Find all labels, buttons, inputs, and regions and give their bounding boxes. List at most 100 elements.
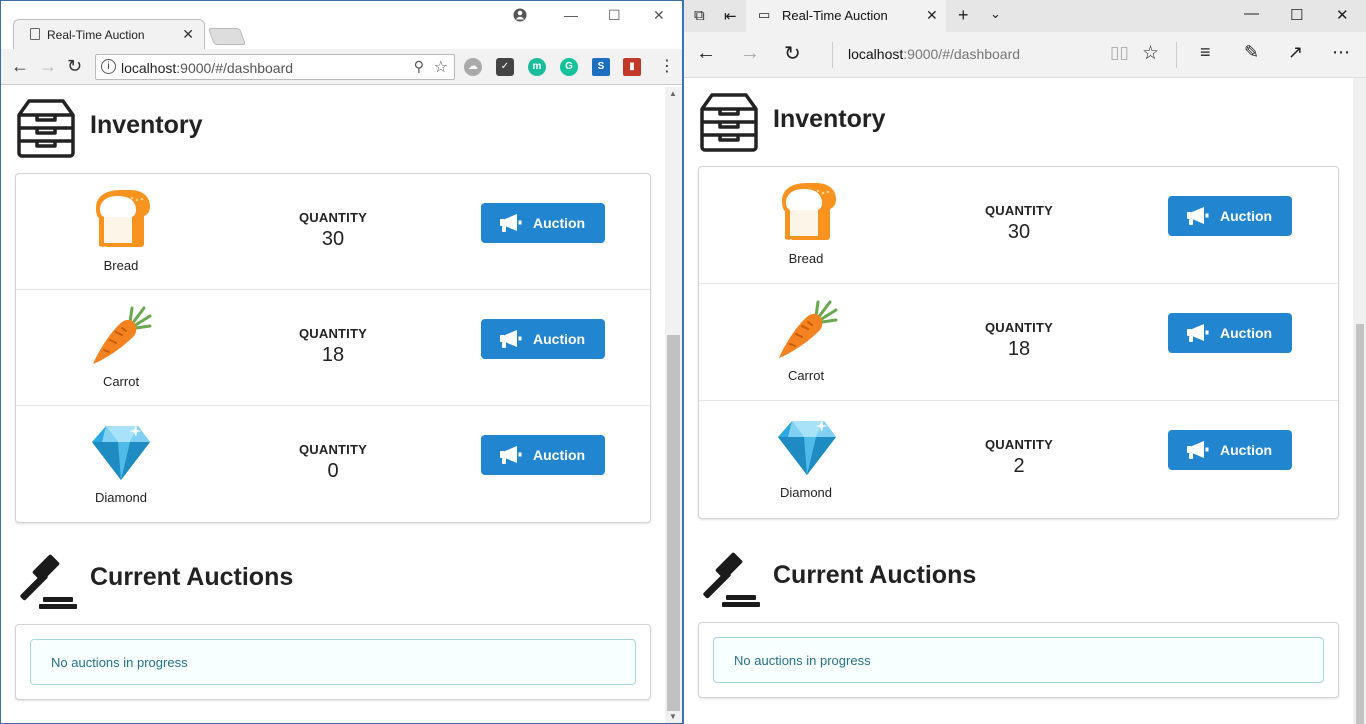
item-name: Carrot [102, 374, 140, 389]
megaphone-icon [1187, 207, 1209, 225]
maximize-icon[interactable]: ☐ [1290, 6, 1303, 24]
close-tab-icon[interactable]: ✕ [926, 7, 938, 24]
megaphone-icon [500, 330, 522, 348]
minimize-icon[interactable]: — [1244, 5, 1259, 22]
inventory-title: Inventory [90, 111, 203, 139]
set-aside-tabs-icon[interactable]: ⇤ [724, 7, 737, 25]
web-note-icon[interactable]: ✎ [1244, 42, 1259, 63]
inventory-header: Inventory [698, 91, 1338, 153]
current-auctions-title: Current Auctions [773, 561, 977, 589]
address-bar[interactable]: i localhost:9000/#/dashboard ⚲ ☆ [95, 54, 455, 80]
refresh-icon[interactable]: ↻ [784, 41, 801, 66]
item-name: Bread [788, 251, 824, 266]
carrot-icon [774, 296, 840, 362]
scrollbar-thumb[interactable] [1356, 324, 1364, 724]
auction-button[interactable]: Auction [481, 435, 605, 475]
megaphone-icon [500, 214, 522, 232]
maximize-icon[interactable]: ☐ [608, 7, 621, 24]
hub-icon[interactable]: ≡ [1200, 42, 1211, 63]
inventory-title: Inventory [773, 105, 886, 133]
current-auctions-title: Current Auctions [90, 563, 294, 591]
quantity-label: QUANTITY [298, 210, 368, 225]
scroll-down-icon[interactable]: ▼ [669, 712, 677, 721]
close-window-icon[interactable]: ✕ [1336, 6, 1349, 24]
extension-m-icon[interactable]: m [528, 58, 546, 76]
chrome-page: Inventory Bread QUANTITY 30 Auction Carr… [15, 97, 655, 717]
scrollbar-thumb[interactable] [667, 335, 680, 711]
auction-button[interactable]: Auction [481, 203, 605, 243]
back-icon[interactable]: ← [11, 56, 29, 77]
tab-preview-chevron-icon[interactable]: ⌄ [990, 6, 1001, 22]
bookmark-star-icon[interactable]: ☆ [434, 57, 448, 77]
scroll-up-icon[interactable]: ▲ [669, 89, 677, 98]
pocket-icon[interactable]: ✓ [496, 58, 514, 76]
page-icon [30, 28, 40, 40]
extension-s-icon[interactable]: S [592, 58, 610, 76]
tab-manager-icon[interactable]: ⧉ [694, 7, 705, 24]
auction-button[interactable]: Auction [1168, 430, 1292, 470]
profile-icon[interactable] [513, 8, 527, 25]
chrome-titlebar: Real-Time Auction ✕ — ☐ ✕ [1, 1, 682, 49]
megaphone-icon [1187, 324, 1209, 342]
auction-button-label: Auction [1220, 208, 1273, 224]
inventory-row-bread: Bread QUANTITY 30 Auction [699, 167, 1338, 284]
close-tab-icon[interactable]: ✕ [182, 26, 194, 43]
inventory-drawer-icon [698, 91, 760, 153]
quantity-value: 30 [321, 228, 345, 250]
edge-scrollbar[interactable] [1353, 78, 1366, 724]
tab-title: Real-Time Auction [782, 8, 888, 23]
back-icon[interactable]: ← [696, 42, 716, 65]
new-tab-button[interactable] [207, 28, 247, 45]
info-icon[interactable]: i [101, 59, 116, 74]
carrot-icon [88, 302, 154, 368]
close-window-icon[interactable]: ✕ [653, 7, 665, 24]
current-auctions-header: Current Auctions [698, 547, 1338, 609]
key-icon[interactable]: ⚲ [414, 58, 424, 75]
reload-icon[interactable]: ↻ [67, 56, 82, 77]
auction-button-label: Auction [533, 447, 586, 463]
quantity-value: 18 [321, 344, 345, 366]
more-icon[interactable]: ⋯ [1332, 42, 1350, 63]
extension-cloud-icon[interactable]: ☁ [464, 58, 482, 76]
auction-button[interactable]: Auction [1168, 196, 1292, 236]
new-tab-icon[interactable]: + [958, 5, 969, 26]
megaphone-icon [500, 446, 522, 464]
tab-title: Real-Time Auction [47, 28, 145, 42]
edge-toolbar: ← → ↻ localhost:9000/#/dashboard ▯▯ ☆ ≡ … [684, 32, 1366, 78]
inventory-header: Inventory [15, 97, 655, 159]
no-auctions-message-box: No auctions in progress [713, 637, 1324, 683]
chrome-tab[interactable]: Real-Time Auction ✕ [13, 19, 205, 49]
extension-book-icon[interactable]: ▮ [623, 58, 641, 76]
chrome-window: Real-Time Auction ✕ — ☐ ✕ ← → ↻ i localh… [0, 0, 683, 724]
auction-button[interactable]: Auction [1168, 313, 1292, 353]
minimize-icon[interactable]: — [564, 7, 578, 23]
item-name: Diamond [779, 485, 833, 500]
quantity-value: 18 [1007, 338, 1031, 360]
reading-view-icon[interactable]: ▯▯ [1110, 43, 1129, 63]
toolbar-divider [832, 42, 833, 68]
bread-icon [88, 186, 154, 252]
forward-icon[interactable]: → [740, 42, 760, 65]
gavel-icon [698, 547, 760, 609]
edge-titlebar: ⧉ ⇤ ▭ Real-Time Auction ✕ + ⌄ — ☐ ✕ [684, 0, 1366, 32]
chrome-scrollbar[interactable]: ▲ ▼ [665, 87, 682, 723]
address-bar[interactable]: localhost:9000/#/dashboard [848, 46, 1020, 62]
item-name: Diamond [94, 490, 148, 505]
grammarly-icon[interactable]: G [560, 58, 578, 76]
page-icon: ▭ [758, 7, 771, 22]
auction-button[interactable]: Auction [481, 319, 605, 359]
toolbar-divider [1176, 42, 1177, 68]
share-icon[interactable]: ↗ [1288, 42, 1303, 63]
edge-page: Inventory Bread QUANTITY 30 Auction Carr… [698, 91, 1343, 716]
inventory-row-bread: Bread QUANTITY 30 Auction [16, 174, 650, 290]
quantity-label: QUANTITY [984, 203, 1054, 218]
menu-kebab-icon[interactable]: ⋮ [659, 56, 675, 76]
chrome-toolbar: ← → ↻ i localhost:9000/#/dashboard ⚲ ☆ ☁… [1, 49, 682, 85]
auction-button-label: Auction [533, 331, 586, 347]
auction-button-label: Auction [1220, 325, 1273, 341]
favorites-star-icon[interactable]: ☆ [1142, 42, 1159, 65]
edge-tab[interactable]: ▭ Real-Time Auction ✕ [746, 0, 946, 32]
bread-icon [774, 179, 840, 245]
edge-window: ⧉ ⇤ ▭ Real-Time Auction ✕ + ⌄ — ☐ ✕ ← → … [683, 0, 1366, 724]
forward-icon[interactable]: → [39, 56, 57, 77]
